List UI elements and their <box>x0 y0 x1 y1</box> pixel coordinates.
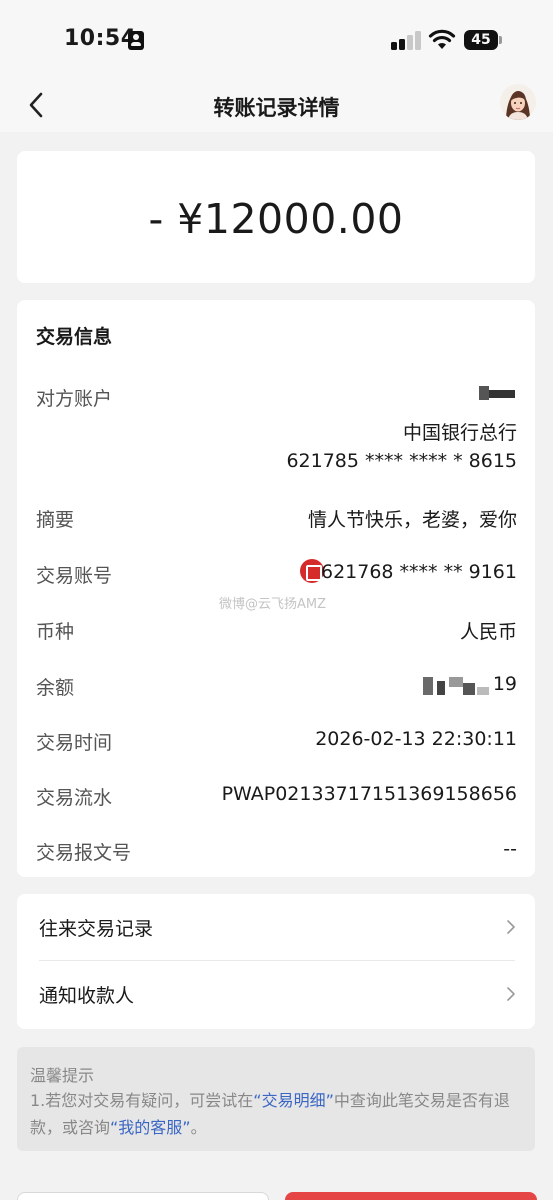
tip-text-after: 。 <box>190 1118 207 1137</box>
wifi-icon <box>428 29 456 49</box>
link-label: 往来交易记录 <box>39 918 154 940</box>
redacted-balance-2 <box>437 681 445 695</box>
nav-bar: 转账记录详情 <box>0 80 553 132</box>
account-label: 交易账号 <box>36 565 113 587</box>
transaction-history-link[interactable]: 往来交易记录 <box>17 894 535 961</box>
avatar[interactable] <box>500 84 536 120</box>
redacted-balance-1 <box>423 677 433 695</box>
memo-label: 摘要 <box>36 509 75 531</box>
balance-label: 余额 <box>36 677 75 699</box>
serial-value: PWAP02133717151369158656 <box>221 783 517 805</box>
status-time: 10:54 <box>64 26 137 51</box>
id-card-icon <box>128 31 144 50</box>
counterparty-label: 对方账户 <box>36 388 113 410</box>
amount-card: - ¥12000.00 <box>17 151 535 283</box>
counterparty-account: 621785 **** **** * 8615 <box>286 450 517 472</box>
redacted-balance-5 <box>477 687 489 695</box>
battery-cap <box>499 36 502 44</box>
message-no-label: 交易报文号 <box>36 842 132 864</box>
tip-text-before: 1.若您对交易有疑问，可尝试在 <box>30 1091 254 1110</box>
chevron-right-icon <box>507 920 515 934</box>
time-value: 2026-02-13 22:30:11 <box>315 728 517 750</box>
page-title: 转账记录详情 <box>213 96 340 120</box>
status-bar: 10:54 45 <box>0 0 553 80</box>
tip-box: 温馨提示 1.若您对交易有疑问，可尝试在“交易明细”中查询此笔交易是否有退款，或… <box>17 1047 535 1151</box>
transaction-details-link[interactable]: “交易明细” <box>253 1091 334 1110</box>
bottom-primary-button[interactable] <box>285 1192 537 1200</box>
notify-payee-link[interactable]: 通知收款人 <box>17 961 535 1027</box>
watermark: 微博@云飞扬AMZ <box>219 597 327 612</box>
transaction-info-card: 交易信息 对方账户 中国银行总行 621785 **** **** * 8615… <box>17 300 535 877</box>
memo-value: 情人节快乐，老婆，爱你 <box>307 509 517 531</box>
battery-icon: 45 <box>464 30 498 50</box>
time-label: 交易时间 <box>36 732 113 754</box>
tip-title: 温馨提示 <box>30 1066 95 1085</box>
redacted-balance-4 <box>463 683 475 695</box>
links-card: 往来交易记录 通知收款人 <box>17 894 535 1029</box>
bottom-secondary-button[interactable] <box>17 1192 269 1200</box>
currency-value: 人民币 <box>459 621 517 643</box>
chevron-right-icon <box>507 987 515 1001</box>
currency-label: 币种 <box>36 621 75 643</box>
signal-icon <box>391 30 421 50</box>
link-label: 通知收款人 <box>39 985 135 1007</box>
transfer-amount: - ¥12000.00 <box>148 195 404 243</box>
redacted-name <box>479 386 489 400</box>
tip-text: 1.若您对交易有疑问，可尝试在“交易明细”中查询此笔交易是否有退款，或咨询“我的… <box>30 1087 530 1141</box>
section-title: 交易信息 <box>36 326 113 348</box>
counterparty-bank: 中国银行总行 <box>402 422 517 444</box>
balance-value: 19 <box>492 673 517 695</box>
serial-label: 交易流水 <box>36 787 113 809</box>
customer-service-link[interactable]: “我的客服” <box>110 1118 191 1137</box>
account-value: 621768 **** ** 9161 <box>320 561 517 583</box>
message-no-value: -- <box>503 838 517 860</box>
redacted-name-2 <box>489 390 515 398</box>
redacted-balance-3 <box>449 677 463 687</box>
